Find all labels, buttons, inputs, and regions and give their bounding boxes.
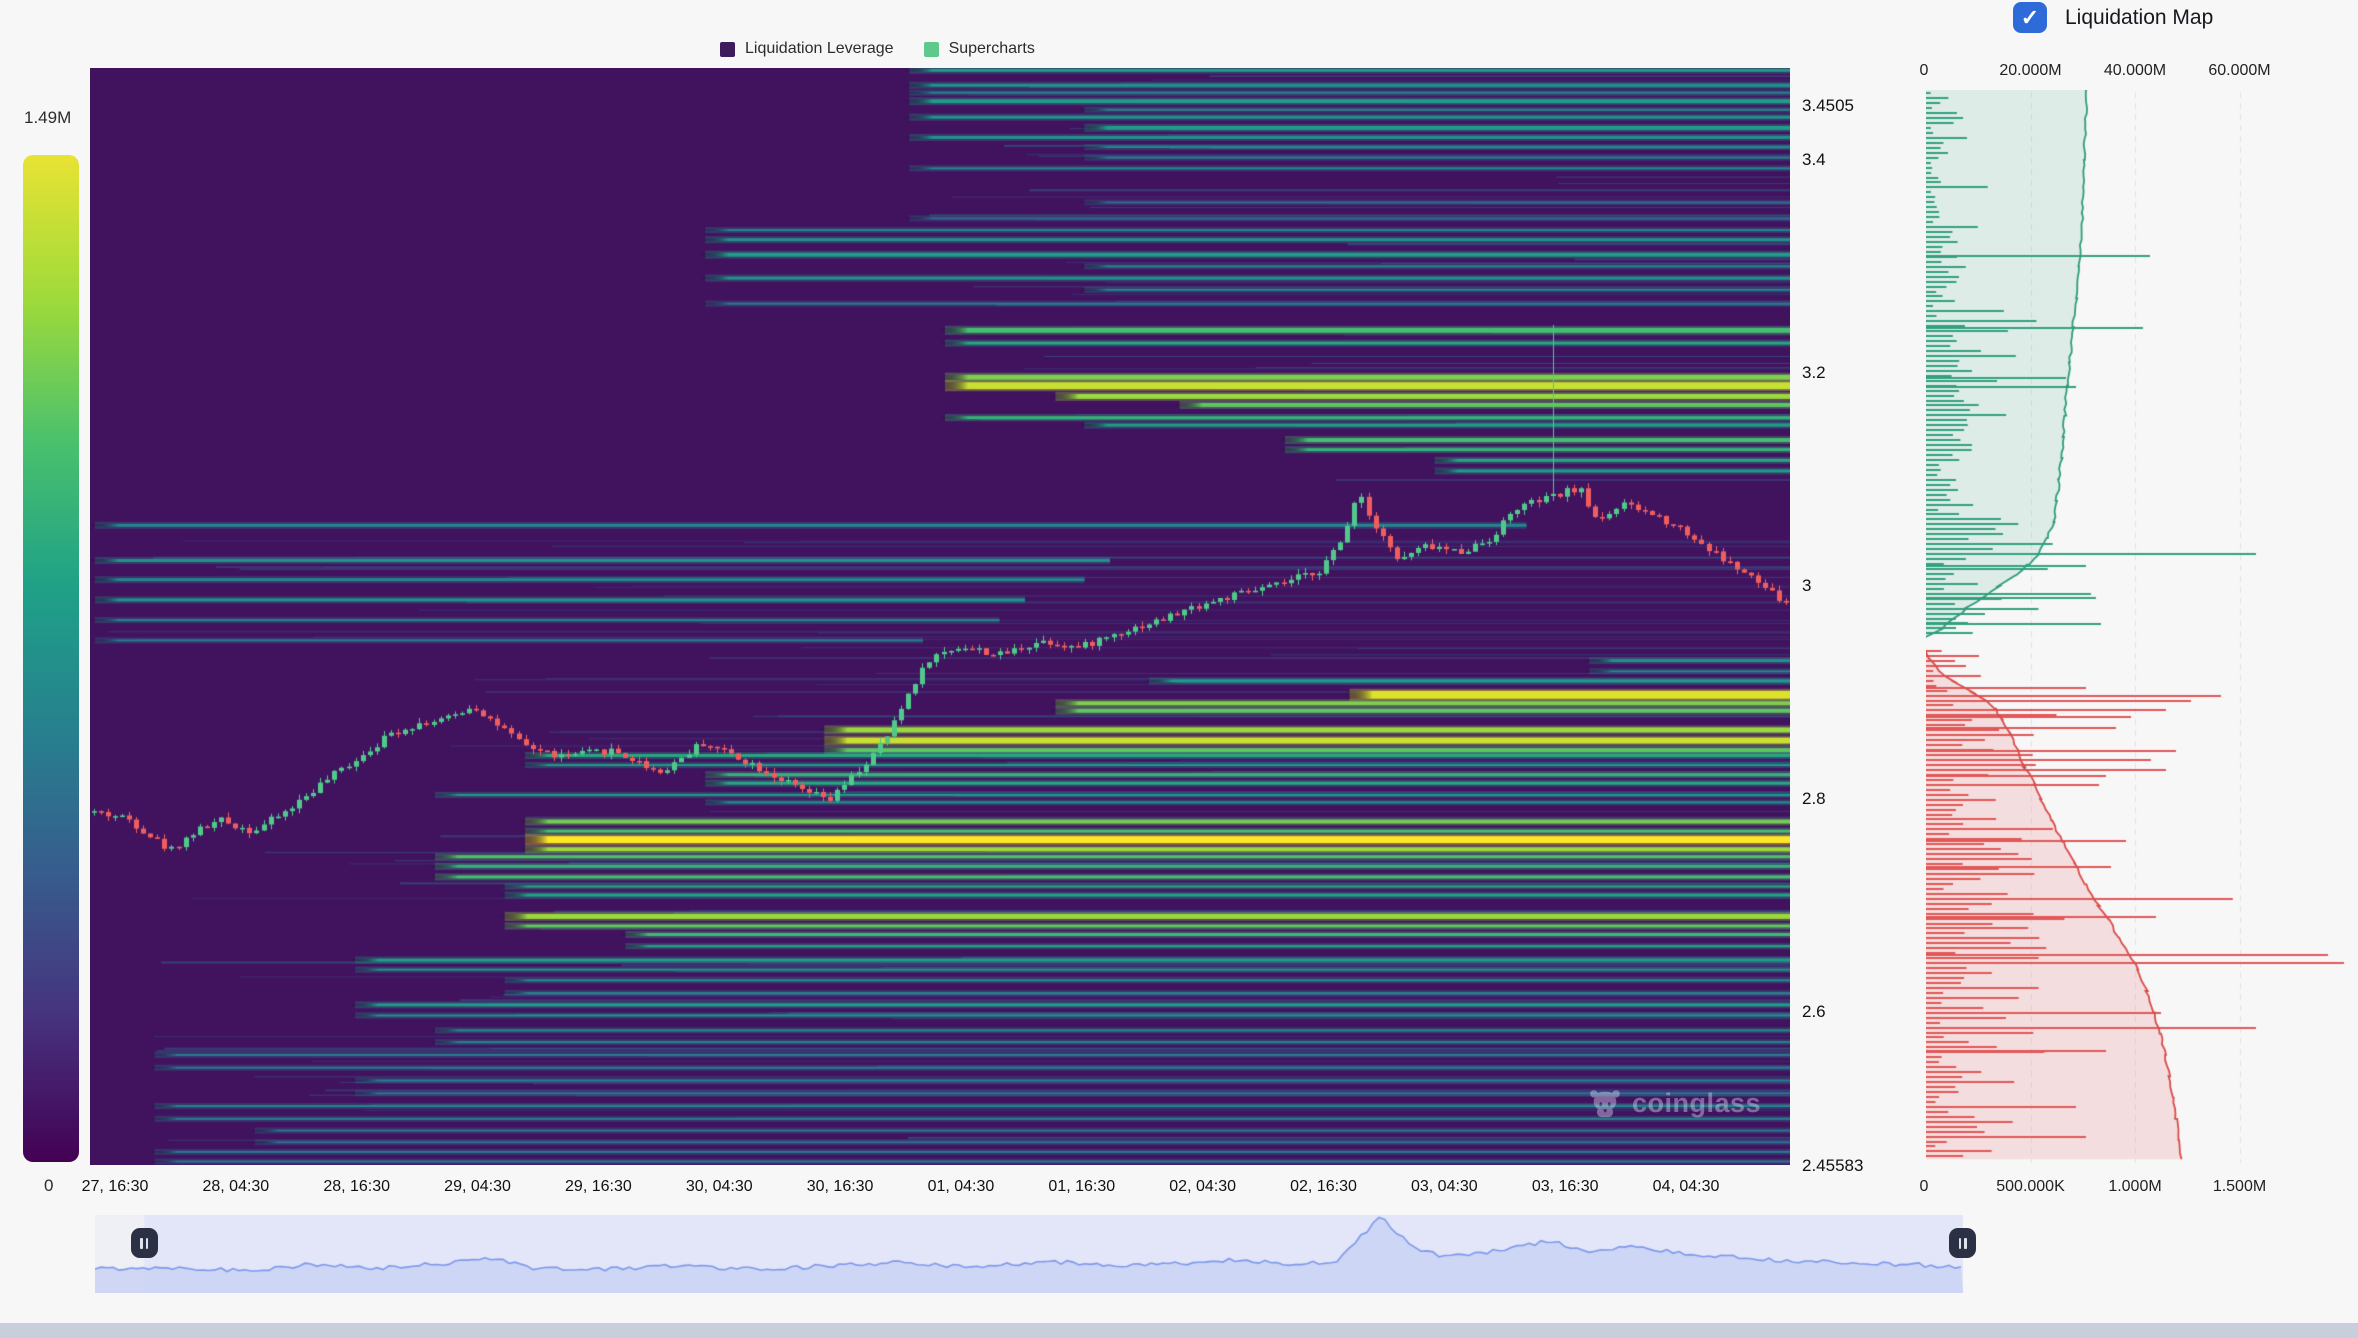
legend-item-liquidation-leverage[interactable]: Liquidation Leverage bbox=[720, 40, 894, 58]
bar-value-tick-label: 1.500M bbox=[2213, 1178, 2266, 1196]
pause-icon bbox=[146, 1238, 149, 1249]
time-tick-label: 02, 16:30 bbox=[1290, 1178, 1357, 1196]
legend-swatch-supercharts bbox=[924, 42, 939, 57]
legend-item-supercharts[interactable]: Supercharts bbox=[924, 40, 1035, 58]
navigator-right-handle[interactable] bbox=[1949, 1228, 1976, 1258]
time-tick-label: 04, 04:30 bbox=[1653, 1178, 1720, 1196]
liquidation-map-header: ✓ Liquidation Map bbox=[2013, 2, 2213, 33]
pause-icon bbox=[1964, 1238, 1967, 1249]
colorbar-min-label: 0 bbox=[44, 1176, 53, 1196]
time-tick-label: 30, 16:30 bbox=[807, 1178, 874, 1196]
time-tick-label: 29, 04:30 bbox=[444, 1178, 511, 1196]
time-tick-label: 01, 16:30 bbox=[1048, 1178, 1115, 1196]
colorbar-gradient bbox=[23, 155, 79, 1162]
time-tick-label: 03, 16:30 bbox=[1532, 1178, 1599, 1196]
legend-swatch-liquidation-leverage bbox=[720, 42, 735, 57]
chart-legend: Liquidation Leverage Supercharts bbox=[720, 40, 1035, 58]
time-tick-label: 30, 04:30 bbox=[686, 1178, 753, 1196]
bar-value-tick-label: 1.000M bbox=[2108, 1178, 2161, 1196]
liquidation-map-title: Liquidation Map bbox=[2065, 6, 2213, 30]
time-tick-label: 29, 16:30 bbox=[565, 1178, 632, 1196]
price-tick-label: 3 bbox=[1802, 576, 1811, 596]
colorbar-max-label: 1.49M bbox=[24, 108, 71, 128]
time-tick-label: 01, 04:30 bbox=[928, 1178, 995, 1196]
pause-icon bbox=[1959, 1238, 1962, 1249]
bottom-scrollbar[interactable] bbox=[0, 1323, 2358, 1338]
time-tick-label: 28, 04:30 bbox=[202, 1178, 269, 1196]
cumulative-tick-label: 60.000M bbox=[2208, 62, 2270, 80]
time-tick-label: 28, 16:30 bbox=[323, 1178, 390, 1196]
time-tick-label: 02, 04:30 bbox=[1169, 1178, 1236, 1196]
price-tick-label: 2.6 bbox=[1802, 1002, 1826, 1022]
liquidation-heatmap-page: Liquidation Leverage Supercharts 1.49M 0… bbox=[0, 0, 2358, 1338]
cumulative-tick-label: 40.000M bbox=[2104, 62, 2166, 80]
liquidation-map-canvas[interactable] bbox=[1926, 90, 2358, 1165]
liquidation-heatmap-canvas[interactable] bbox=[90, 68, 1790, 1165]
price-tick-label: 3.4505 bbox=[1802, 96, 1854, 116]
navigator-left-handle[interactable] bbox=[131, 1228, 158, 1258]
pause-icon bbox=[140, 1238, 143, 1249]
bar-value-tick-label: 500.000K bbox=[1996, 1178, 2065, 1196]
time-tick-label: 03, 04:30 bbox=[1411, 1178, 1478, 1196]
liquidation-map-checkbox[interactable]: ✓ bbox=[2013, 2, 2047, 33]
legend-label-liquidation-leverage: Liquidation Leverage bbox=[745, 40, 894, 58]
price-tick-label: 3.2 bbox=[1802, 363, 1826, 383]
price-tick-label: 3.4 bbox=[1802, 150, 1826, 170]
legend-label-supercharts: Supercharts bbox=[949, 40, 1035, 58]
price-tick-label: 2.45583 bbox=[1802, 1156, 1863, 1176]
timeline-navigator[interactable] bbox=[95, 1215, 1963, 1293]
cumulative-tick-label: 20.000M bbox=[1999, 62, 2061, 80]
time-tick-label: 27, 16:30 bbox=[82, 1178, 149, 1196]
price-tick-label: 2.8 bbox=[1802, 789, 1826, 809]
bar-value-tick-label: 0 bbox=[1920, 1178, 1929, 1196]
cumulative-tick-label: 0 bbox=[1920, 62, 1929, 80]
